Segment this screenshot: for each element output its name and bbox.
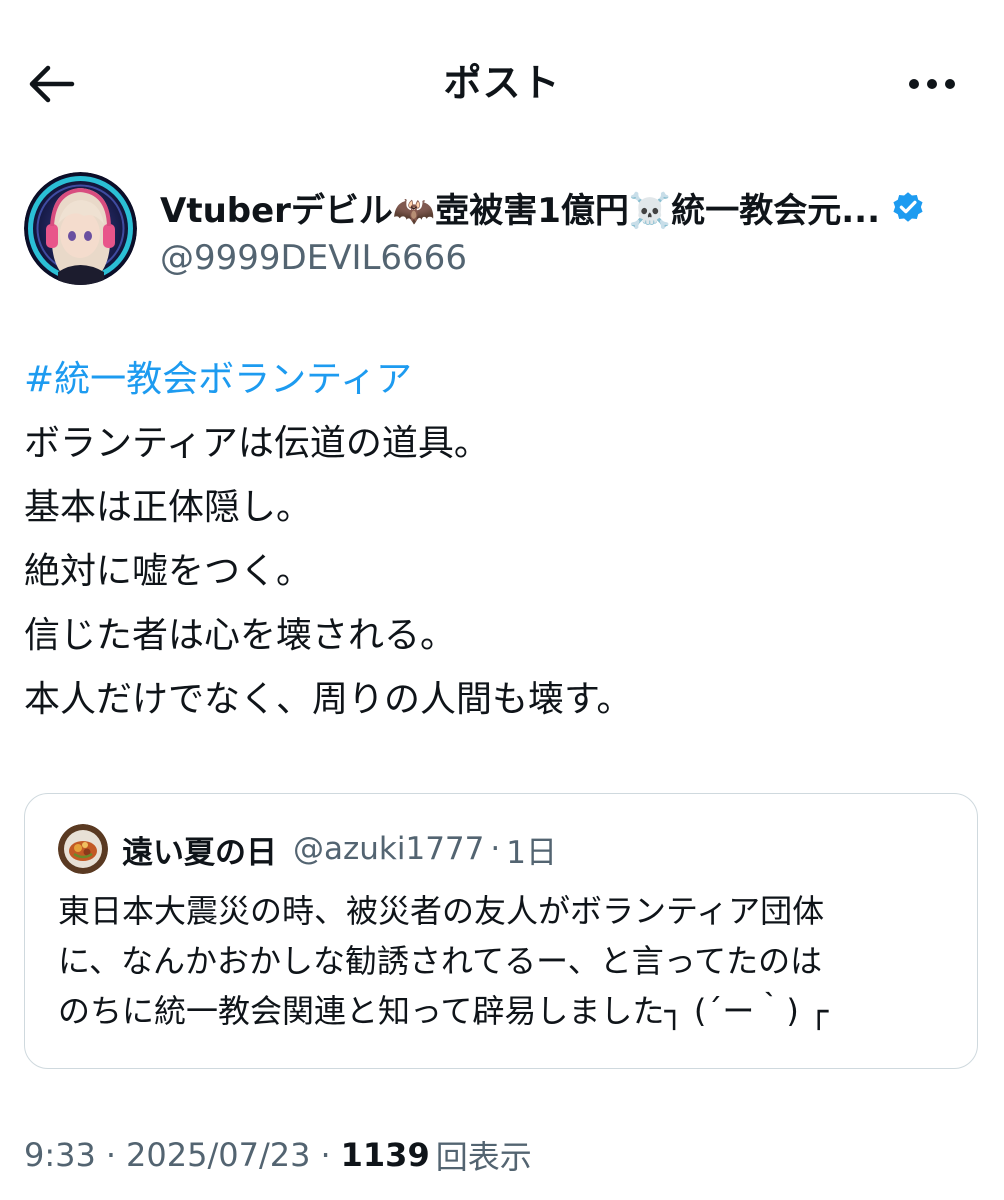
post-text-line: 本人だけでなく、周りの人間も壊す。 bbox=[24, 679, 633, 720]
meta-separator: · bbox=[320, 1136, 331, 1174]
display-name-line: Vtuberデビル🦇壺被害1億円☠️統一教会元... bbox=[160, 182, 980, 232]
quoted-post-text: 東日本大震災の時、被災者の友人がボランティア団体 に、なんかおかしな勧誘されてる… bbox=[58, 886, 958, 1036]
top-bar: ポスト bbox=[0, 0, 1004, 168]
post-time[interactable]: 9:33 bbox=[24, 1136, 96, 1174]
quoted-author-name[interactable]: 遠い夏の日 bbox=[122, 827, 277, 872]
page-title: ポスト bbox=[443, 61, 561, 105]
author-avatar[interactable] bbox=[24, 172, 137, 285]
quoted-text-line: に、なんかおかしな勧誘されてるー、と言ってたのは bbox=[58, 942, 823, 980]
post-text: #統一教会ボランティア ボランティアは伝道の道具。 基本は正体隠し。 絶対に嘘を… bbox=[24, 348, 980, 732]
quoted-author-handle[interactable]: @azuki1777 bbox=[293, 831, 484, 867]
quoted-text-line: 東日本大震災の時、被災者の友人がボランティア団体 bbox=[58, 892, 825, 930]
views-label: 回表示 bbox=[435, 1138, 532, 1176]
quoted-post-header: 遠い夏の日 @azuki1777 · 1日 bbox=[58, 824, 557, 874]
quoted-separator: · bbox=[490, 831, 501, 867]
meta-separator: · bbox=[105, 1136, 117, 1174]
post-text-line: ボランティアは伝道の道具。 bbox=[24, 423, 490, 464]
post-text-line: 基本は正体隠し。 bbox=[24, 487, 313, 528]
post-date[interactable]: 2025/07/23 bbox=[126, 1136, 310, 1174]
post-author: Vtuberデビル🦇壺被害1億円☠️統一教会元... @9999DEVIL666… bbox=[24, 172, 980, 288]
more-horizontal-icon bbox=[905, 79, 959, 89]
hashtag-link[interactable]: #統一教会ボランティア bbox=[24, 348, 980, 412]
verified-badge-icon bbox=[890, 189, 926, 225]
author-handle[interactable]: @9999DEVIL6666 bbox=[160, 236, 467, 280]
quoted-text-line: のちに統一教会関連と知って辟易しました┐ (´ー｀) ┌ bbox=[58, 992, 829, 1030]
quoted-post-time[interactable]: 1日 bbox=[506, 827, 557, 872]
post-text-line: 信じた者は心を壊される。 bbox=[24, 615, 457, 656]
post-text-line: 絶対に嘘をつく。 bbox=[24, 551, 313, 592]
post-meta: 9:33 · 2025/07/23 · 1139 回表示 bbox=[24, 1130, 532, 1180]
more-options-button[interactable] bbox=[896, 58, 968, 110]
quoted-post-card[interactable]: 遠い夏の日 @azuki1777 · 1日 東日本大震災の時、被災者の友人がボラ… bbox=[24, 793, 978, 1069]
author-display-name[interactable]: Vtuberデビル🦇壺被害1億円☠️統一教会元... bbox=[160, 183, 880, 232]
views-count: 1139 bbox=[340, 1136, 430, 1174]
quoted-author-avatar[interactable] bbox=[58, 824, 108, 874]
